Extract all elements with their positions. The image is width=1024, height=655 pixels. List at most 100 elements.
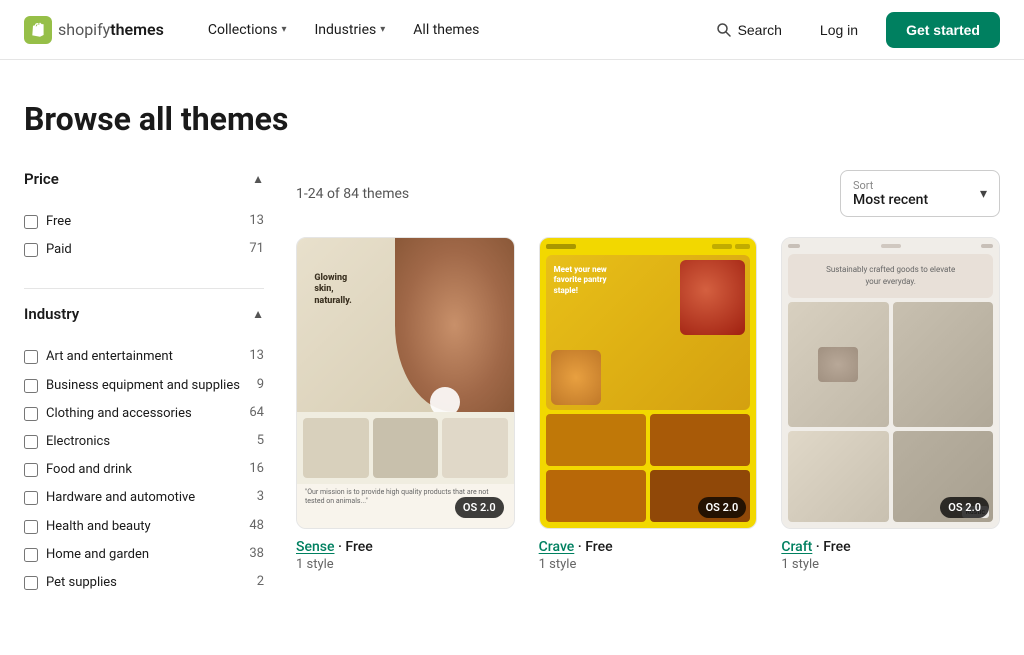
industry-pets-item[interactable]: Pet supplies 2: [24, 569, 264, 597]
price-free-label: Free: [46, 213, 241, 231]
industry-hardware-checkbox[interactable]: [24, 491, 38, 505]
crave-os-badge: OS 2.0: [698, 497, 747, 518]
craft-theme-name[interactable]: Craft · Free: [781, 539, 1000, 555]
industry-food-item[interactable]: Food and drink 16: [24, 456, 264, 484]
content-area: 1-24 of 84 themes Sort Most recent ▾: [296, 170, 1000, 572]
sort-label: Sort: [853, 179, 928, 192]
sort-label-wrap: Sort Most recent: [853, 179, 928, 208]
industry-filter-section: Industry ▲ Art and entertainment 13 Busi…: [24, 305, 264, 597]
sense-theme-name[interactable]: Sense · Free: [296, 539, 515, 555]
industry-business-checkbox[interactable]: [24, 379, 38, 393]
crave-theme-price: Free: [585, 539, 612, 555]
industry-clothing-count: 64: [249, 405, 264, 420]
industries-label: Industries: [314, 22, 376, 38]
industry-health-checkbox[interactable]: [24, 520, 38, 534]
industry-health-label: Health and beauty: [46, 518, 241, 536]
theme-card-sense[interactable]: Glowingskin,naturally. "Our mission is t…: [296, 237, 515, 572]
industry-business-label: Business equipment and supplies: [46, 377, 249, 395]
get-started-button[interactable]: Get started: [886, 12, 1000, 48]
theme-card-crave[interactable]: Meet your newfavorite pantrystaple! OS 2…: [539, 237, 758, 572]
industry-electronics-label: Electronics: [46, 433, 249, 451]
all-themes-label: All themes: [413, 22, 479, 38]
sort-chevron-icon: ▾: [980, 186, 987, 202]
price-paid-item[interactable]: Paid 71: [24, 236, 264, 264]
industry-pets-label: Pet supplies: [46, 574, 249, 592]
price-paid-count: 71: [249, 241, 264, 256]
industry-health-item[interactable]: Health and beauty 48: [24, 513, 264, 541]
price-paid-checkbox[interactable]: [24, 243, 38, 257]
nav-collections[interactable]: Collections ▾: [196, 14, 299, 46]
price-free-item[interactable]: Free 13: [24, 208, 264, 236]
content-header: 1-24 of 84 themes Sort Most recent ▾: [296, 170, 1000, 217]
login-label: Log in: [820, 22, 858, 38]
logo[interactable]: shopifythemes: [24, 16, 164, 44]
industry-art-item[interactable]: Art and entertainment 13: [24, 343, 264, 371]
industry-clothing-checkbox[interactable]: [24, 407, 38, 421]
price-filter-title: Price: [24, 170, 59, 188]
filter-divider: [24, 288, 264, 289]
industry-hardware-item[interactable]: Hardware and automotive 3: [24, 484, 264, 512]
industry-business-item[interactable]: Business equipment and supplies 9: [24, 372, 264, 400]
industry-art-checkbox[interactable]: [24, 350, 38, 364]
industry-clothing-item[interactable]: Clothing and accessories 64: [24, 400, 264, 428]
industry-food-checkbox[interactable]: [24, 463, 38, 477]
sense-theme-price: Free: [345, 539, 372, 555]
page-title: Browse all themes: [24, 100, 1000, 138]
industry-art-label: Art and entertainment: [46, 348, 241, 366]
price-filter-section: Price ▲ Free 13 Paid 71: [24, 170, 264, 264]
sort-value: Most recent: [853, 192, 928, 208]
craft-theme-link[interactable]: Craft: [781, 539, 812, 555]
industry-food-label: Food and drink: [46, 461, 241, 479]
search-label: Search: [738, 22, 782, 38]
sort-dropdown[interactable]: Sort Most recent ▾: [840, 170, 1000, 217]
craft-theme-styles: 1 style: [781, 557, 1000, 572]
industry-electronics-checkbox[interactable]: [24, 435, 38, 449]
industry-filter-title: Industry: [24, 305, 79, 323]
logo-text: shopifythemes: [58, 20, 164, 39]
crave-theme-name[interactable]: Crave · Free: [539, 539, 758, 555]
sense-theme-link[interactable]: Sense: [296, 539, 334, 555]
theme-card-craft[interactable]: Sustainably crafted goods to elevateyour…: [781, 237, 1000, 572]
search-button[interactable]: Search: [706, 16, 792, 44]
price-filter-header: Price ▲: [24, 170, 264, 196]
industry-electronics-item[interactable]: Electronics 5: [24, 428, 264, 456]
industry-filter-header: Industry ▲: [24, 305, 264, 331]
industry-electronics-count: 5: [257, 433, 264, 448]
theme-image-craft: Sustainably crafted goods to elevateyour…: [781, 237, 1000, 529]
nav-industries[interactable]: Industries ▾: [302, 14, 397, 46]
search-icon: [716, 22, 732, 38]
crave-theme-link[interactable]: Crave: [539, 539, 575, 555]
industry-hardware-label: Hardware and automotive: [46, 489, 249, 507]
login-button[interactable]: Log in: [808, 14, 870, 46]
main-header: shopifythemes Collections ▾ Industries ▾…: [0, 0, 1024, 60]
themes-grid: Glowingskin,naturally. "Our mission is t…: [296, 237, 1000, 572]
craft-theme-price: Free: [823, 539, 850, 555]
industry-home-item[interactable]: Home and garden 38: [24, 541, 264, 569]
sense-os-badge: OS 2.0: [455, 497, 504, 518]
industry-home-count: 38: [249, 546, 264, 561]
collections-chevron-icon: ▾: [281, 24, 286, 35]
industry-food-count: 16: [249, 461, 264, 476]
main-layout: Price ▲ Free 13 Paid 71 Industry: [24, 170, 1000, 621]
craft-os-badge: OS 2.0: [940, 497, 989, 518]
industry-health-count: 48: [249, 518, 264, 533]
industry-pets-checkbox[interactable]: [24, 576, 38, 590]
sense-theme-styles: 1 style: [296, 557, 515, 572]
industry-home-checkbox[interactable]: [24, 548, 38, 562]
sidebar: Price ▲ Free 13 Paid 71 Industry: [24, 170, 264, 621]
crave-theme-styles: 1 style: [539, 557, 758, 572]
theme-image-crave: Meet your newfavorite pantrystaple! OS 2…: [539, 237, 758, 529]
header-actions: Search Log in Get started: [706, 12, 1000, 48]
industry-pets-count: 2: [257, 574, 264, 589]
themes-count: 1-24 of 84 themes: [296, 186, 409, 202]
price-chevron-icon[interactable]: ▲: [252, 172, 264, 186]
industry-home-label: Home and garden: [46, 546, 241, 564]
price-paid-label: Paid: [46, 241, 241, 259]
price-free-checkbox[interactable]: [24, 215, 38, 229]
industry-art-count: 13: [249, 348, 264, 363]
industry-hardware-count: 3: [257, 489, 264, 504]
nav-all-themes[interactable]: All themes: [401, 14, 491, 46]
price-free-count: 13: [249, 213, 264, 228]
industry-chevron-icon[interactable]: ▲: [252, 307, 264, 321]
main-nav: Collections ▾ Industries ▾ All themes: [196, 14, 674, 46]
